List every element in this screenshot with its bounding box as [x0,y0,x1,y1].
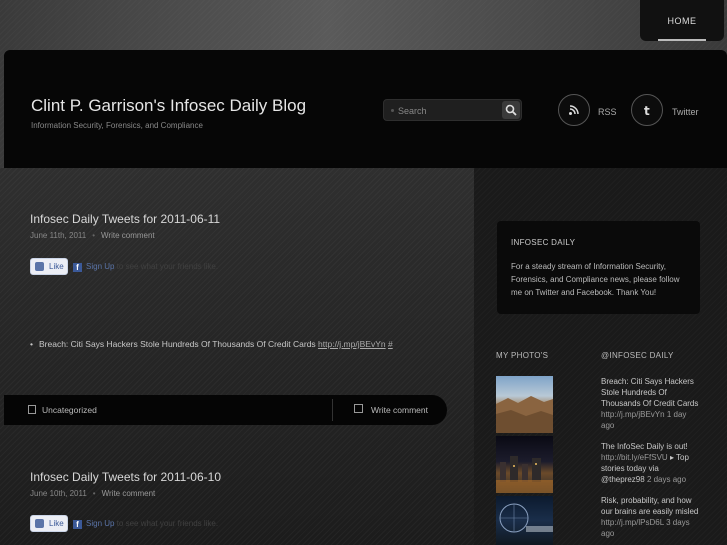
info-box-title: INFOSEC DAILY [511,238,576,247]
post-date: June 10th, 2011 [30,489,87,498]
rss-label[interactable]: RSS [598,107,617,117]
svg-text:t: t [644,104,650,118]
tweet-item: Breach: Citi Says Hackers Stole Hundreds… [601,376,701,431]
post-item-link[interactable]: http://j.mp/jBEvYn [318,339,386,349]
search-button[interactable] [502,101,520,119]
tweet-link[interactable]: http://j.mp/jBEvYn [601,410,665,419]
fb-signup: f Sign Up to see what your friends like. [73,519,218,529]
nav-active-underline [658,39,706,41]
fb-signup-link[interactable]: Sign Up [86,519,114,528]
site-tagline: Information Security, Forensics, and Com… [31,121,203,130]
fb-signup-text: to see what your friends like. [116,519,219,528]
ferris-wheel-photo [499,503,553,533]
post-title[interactable]: Infosec Daily Tweets for 2011-06-11 [30,212,220,226]
tweet-text: The InfoSec Daily is out! [601,442,688,451]
tweet-link[interactable]: http://bit.ly/eFfSVU [601,453,668,462]
post-date: June 11th, 2011 [30,231,87,240]
thumbs-up-icon [35,519,44,528]
post-comment-link[interactable]: Write comment [101,231,155,240]
landscape-photo [496,396,553,433]
tweet-item: The InfoSec Daily is out! http://bit.ly/… [601,441,701,485]
nav-home-tab[interactable]: HOME [640,0,724,41]
search-input[interactable] [398,103,493,118]
tweet-text: Risk, probability, and how our brains ar… [601,496,699,516]
write-comment-link[interactable]: Write comment [371,405,428,415]
bullet-icon: • [30,339,33,349]
category-icon [28,405,36,414]
sidebar-info-box: INFOSEC DAILY For a steady stream of Inf… [497,221,700,314]
tweet-item: Risk, probability, and how our brains ar… [601,495,701,539]
write-comment-icon [354,404,363,413]
fb-like-button[interactable]: Like [30,515,68,532]
facebook-icon: f [73,263,82,272]
tweets-heading: @INFOSEC DAILY [601,351,674,360]
post-meta: June 11th, 2011 • Write comment [30,231,155,240]
post-meta: June 10th, 2011 • Write comment [30,489,156,498]
post-footer: Uncategorized Write comment [4,395,447,425]
rss-icon [569,105,579,115]
facebook-icon: f [73,520,82,529]
photo-thumbnail[interactable] [496,496,553,545]
photo-thumbnail[interactable] [496,376,553,433]
post-item-text: Breach: Citi Says Hackers Stole Hundreds… [38,339,316,349]
rss-button[interactable] [558,94,590,126]
search-icon [505,104,517,116]
twitter-icon: t [644,104,650,118]
site-title[interactable]: Clint P. Garrison's Infosec Daily Blog [31,96,306,116]
post-item-hash-link[interactable]: # [388,339,393,349]
post-category-link[interactable]: Uncategorized [42,405,97,415]
post-comment-link[interactable]: Write comment [102,489,156,498]
post-list-item: • Breach: Citi Says Hackers Stole Hundred… [30,339,393,349]
info-box-text: For a steady stream of Information Secur… [511,262,680,297]
photo-thumbnail[interactable] [496,436,553,493]
top-bar: HOME [0,0,727,50]
tweet-time[interactable]: 2 days ago [647,475,686,484]
fb-signup-text: to see what your friends like. [116,262,219,271]
tweet-text: Breach: Citi Says Hackers Stole Hundreds… [601,377,699,408]
thumbs-up-icon [35,262,44,271]
photos-heading: MY PHOTO'S [496,351,549,360]
post-title[interactable]: Infosec Daily Tweets for 2011-06-10 [30,470,221,484]
search-bullet-icon [391,109,394,112]
tweet-link[interactable]: http://j.mp/lPsD6L [601,518,664,527]
site-header: Clint P. Garrison's Infosec Daily Blog I… [4,50,727,168]
search-box [383,99,522,121]
footer-divider [332,399,333,421]
twitter-label[interactable]: Twitter [672,107,699,117]
city-night-photo [496,456,553,493]
fb-like-button[interactable]: Like [30,258,68,275]
like-label: Like [49,262,64,271]
fb-signup-link[interactable]: Sign Up [86,262,114,271]
fb-signup: f Sign Up to see what your friends like. [73,262,218,272]
nav-home-label: HOME [667,16,697,26]
like-label: Like [49,519,64,528]
twitter-button[interactable]: t [631,94,663,126]
